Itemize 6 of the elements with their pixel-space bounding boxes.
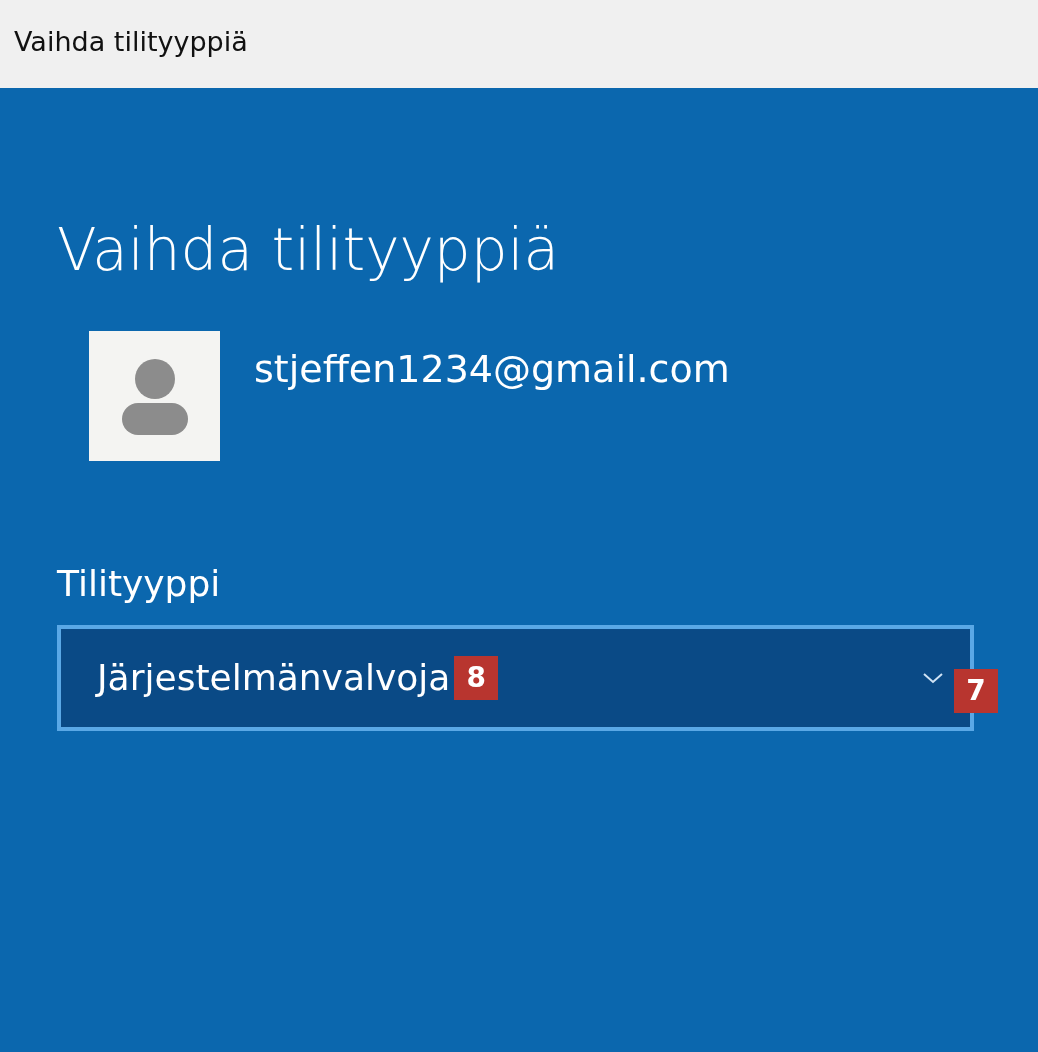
chevron-icon [922, 671, 944, 685]
account-email: stjeffen1234@gmail.com [254, 346, 730, 393]
window-title: Vaihda tilityyppiä [14, 26, 248, 57]
callout-number: 8 [454, 656, 499, 700]
callout-number: 7 [954, 669, 998, 713]
field-label: Tilityyppi [57, 562, 221, 606]
